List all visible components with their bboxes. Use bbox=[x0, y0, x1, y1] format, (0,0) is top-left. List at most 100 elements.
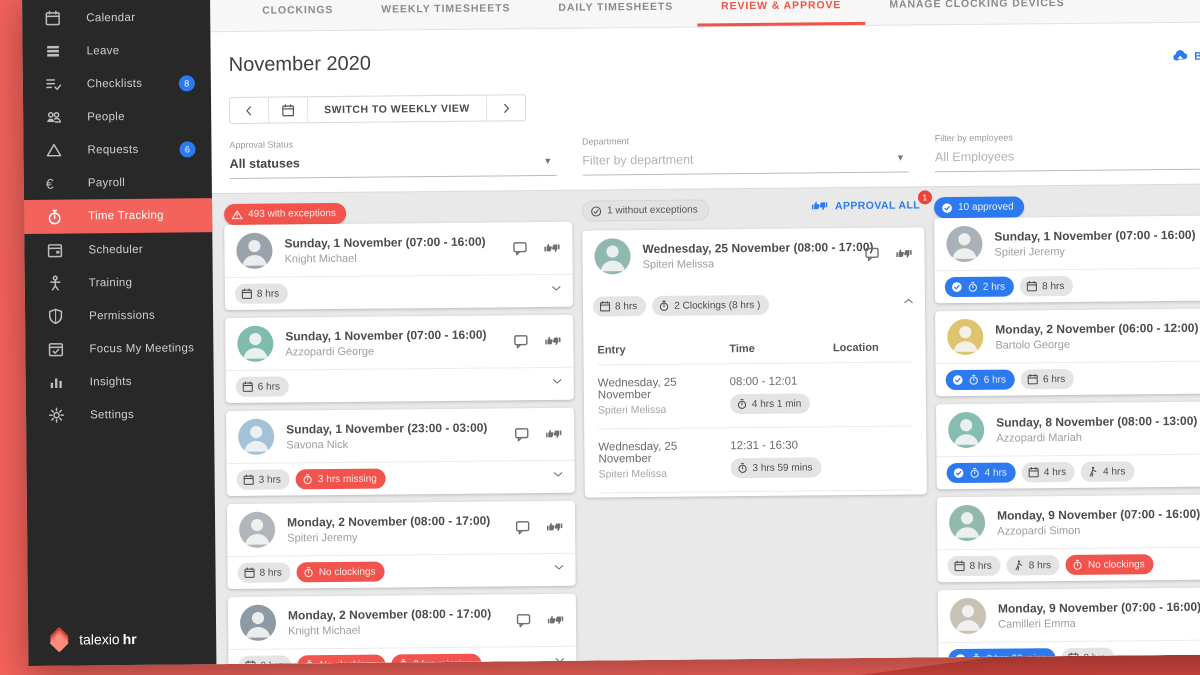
thumbs-icon[interactable] bbox=[895, 245, 912, 261]
comment-icon[interactable] bbox=[863, 246, 880, 262]
checklist-icon bbox=[45, 76, 62, 93]
previous-period-button[interactable] bbox=[230, 98, 269, 123]
insights-icon bbox=[48, 374, 65, 391]
tab-daily-timesheets[interactable]: DAILY TIMESHEETS bbox=[534, 0, 697, 28]
thumbs-icon[interactable] bbox=[543, 240, 560, 256]
filter-label: Department bbox=[582, 133, 909, 146]
sidebar-item-training[interactable]: Training bbox=[25, 265, 213, 300]
comment-icon[interactable] bbox=[511, 240, 528, 256]
avatar bbox=[237, 326, 273, 362]
check-circle-white-icon bbox=[952, 374, 964, 386]
period-controls: SWITCH TO WEEKLY VIEW bbox=[229, 87, 1200, 124]
comment-icon[interactable] bbox=[515, 612, 532, 628]
hours-pill: 8 hrs bbox=[947, 556, 1000, 577]
card-text: Monday, 9 November (07:00 - 16:00)Azzopa… bbox=[997, 506, 1200, 537]
thumbs-icon[interactable] bbox=[544, 333, 561, 349]
timesheet-card[interactable]: Wednesday, 25 November (08:00 - 17:00)Sp… bbox=[582, 227, 927, 497]
comment-icon[interactable] bbox=[514, 519, 531, 535]
filter-select[interactable]: All Employees bbox=[935, 147, 1200, 172]
filter-label: Approval Status bbox=[229, 137, 556, 150]
avatar bbox=[239, 512, 275, 548]
filter-value: All statuses bbox=[230, 156, 300, 171]
next-period-button[interactable] bbox=[487, 95, 525, 120]
sidebar-item-focus-my-meetings[interactable]: Focus My Meetings bbox=[25, 331, 213, 366]
timesheet-card[interactable]: Monday, 2 November (08:00 - 17:00)Knight… bbox=[228, 594, 577, 664]
card-text: Monday, 2 November (06:00 - 12:00)Bartol… bbox=[995, 320, 1200, 351]
filter-filter-by-employees: Filter by employeesAll Employees bbox=[935, 130, 1200, 172]
timesheet-card[interactable]: Sunday, 1 November (07:00 - 16:00)Azzopa… bbox=[225, 315, 574, 403]
timesheet-card[interactable]: Monday, 2 November (08:00 - 17:00)Spiter… bbox=[227, 501, 576, 589]
timesheet-card[interactable]: Sunday, 1 November (07:00 - 16:00)Knight… bbox=[224, 222, 573, 310]
card-pills-row: 8 hrsNo clockings bbox=[227, 553, 575, 589]
filter-select[interactable]: Filter by department▼ bbox=[582, 150, 909, 175]
calendar-picker-button[interactable] bbox=[269, 97, 308, 122]
table-header: Location bbox=[833, 331, 912, 363]
review-board: 493 with exceptionsSunday, 1 November (0… bbox=[212, 183, 1200, 664]
timesheet-card[interactable]: Sunday, 1 November (07:00 - 16:00)Spiter… bbox=[934, 215, 1200, 303]
thumbs-icon[interactable] bbox=[546, 519, 563, 535]
entry-person: Spiteri Melissa bbox=[598, 403, 730, 416]
stopwatch-icon bbox=[658, 300, 670, 312]
filter-select[interactable]: All statuses▼ bbox=[230, 154, 557, 179]
sidebar-item-requests[interactable]: Requests6 bbox=[23, 132, 211, 167]
time-range: 12:31 - 16:30 bbox=[730, 439, 834, 452]
sidebar-item-permissions[interactable]: Permissions bbox=[25, 298, 213, 333]
tab-clockings[interactable]: CLOCKINGS bbox=[238, 0, 357, 31]
sidebar-item-scheduler[interactable]: Scheduler bbox=[24, 232, 212, 267]
timesheet-card[interactable]: Sunday, 1 November (23:00 - 03:00)Savona… bbox=[226, 408, 575, 496]
scheduler-icon bbox=[46, 242, 63, 259]
sidebar-item-payroll[interactable]: €Payroll bbox=[24, 165, 212, 200]
tab-review-approve[interactable]: REVIEW & APPROVE bbox=[697, 0, 866, 27]
sidebar-item-time-tracking[interactable]: Time Tracking bbox=[24, 198, 212, 234]
expand-toggle[interactable] bbox=[552, 468, 565, 486]
sidebar-item-label: Calendar bbox=[86, 11, 135, 23]
gear-icon bbox=[48, 407, 65, 424]
expand-toggle[interactable] bbox=[550, 282, 563, 300]
clock-alert-icon bbox=[968, 374, 980, 386]
expand-toggle[interactable] bbox=[552, 561, 565, 579]
table-header: Entry bbox=[597, 333, 729, 365]
sidebar-item-settings[interactable]: Settings bbox=[26, 397, 214, 432]
comment-icon[interactable] bbox=[513, 426, 530, 442]
sidebar-item-insights[interactable]: Insights bbox=[26, 364, 214, 399]
expand-toggle[interactable] bbox=[902, 294, 915, 312]
tab-manage-clocking-devices[interactable]: MANAGE CLOCKING DEVICES bbox=[865, 0, 1089, 25]
hours-pill: 4 hrs 1 min bbox=[730, 393, 811, 414]
hours-pill: 6 hrs bbox=[946, 369, 1015, 390]
comment-icon[interactable] bbox=[512, 333, 529, 349]
card-header: Sunday, 1 November (07:00 - 16:00)Spiter… bbox=[934, 215, 1200, 270]
timesheet-card[interactable]: Monday, 2 November (06:00 - 12:00)Bartol… bbox=[935, 308, 1200, 396]
bulk-upload-button[interactable]: BULK UPLOAD bbox=[1171, 46, 1200, 67]
approval-all-button[interactable]: APPROVAL ALL1 bbox=[811, 197, 920, 213]
thumbs-icon[interactable] bbox=[547, 612, 564, 628]
shield-icon bbox=[47, 308, 64, 325]
sidebar-item-calendar[interactable]: Calendar bbox=[22, 0, 210, 35]
tab-weekly-timesheets[interactable]: WEEKLY TIMESHEETS bbox=[357, 0, 534, 30]
sidebar-item-checklists[interactable]: Checklists8 bbox=[23, 66, 211, 101]
card-title: Monday, 2 November (08:00 - 17:00) bbox=[287, 513, 506, 529]
column-count-badge: 1 without exceptions bbox=[582, 199, 709, 221]
timesheet-card[interactable]: Monday, 9 November (07:00 - 16:00)Camill… bbox=[938, 587, 1200, 664]
expand-toggle[interactable] bbox=[551, 375, 564, 393]
column-count-badge: 10 approved bbox=[934, 196, 1024, 218]
thumbs-icon[interactable] bbox=[545, 426, 562, 442]
expand-toggle[interactable] bbox=[553, 654, 566, 664]
hours-pill: 3 hrs 59 mins bbox=[730, 457, 821, 478]
calendar-icon bbox=[1026, 280, 1038, 292]
avatar bbox=[949, 505, 985, 541]
card-actions bbox=[515, 612, 564, 628]
avatar bbox=[238, 419, 274, 455]
table-location-cell bbox=[834, 426, 913, 491]
switch-to-weekly-view-button[interactable]: SWITCH TO WEEKLY VIEW bbox=[308, 96, 487, 123]
sidebar-item-label: People bbox=[87, 111, 125, 123]
sidebar-item-people[interactable]: People bbox=[23, 99, 211, 134]
notification-badge: 6 bbox=[179, 141, 195, 157]
timesheet-card[interactable]: Sunday, 8 November (08:00 - 13:00)Azzopa… bbox=[936, 401, 1200, 489]
timesheet-card[interactable]: Monday, 9 November (07:00 - 16:00)Azzopa… bbox=[937, 494, 1200, 582]
calendar-icon bbox=[953, 560, 965, 572]
card-title: Monday, 9 November (07:00 - 16:00) bbox=[997, 506, 1200, 522]
sidebar-item-leave[interactable]: Leave bbox=[22, 33, 210, 68]
sidebar-item-label: Training bbox=[89, 276, 133, 288]
card-pills-row: 8 hrs2 Clockings (8 hrs ) bbox=[583, 279, 925, 322]
hours-pill: 8 hrs bbox=[235, 283, 288, 304]
